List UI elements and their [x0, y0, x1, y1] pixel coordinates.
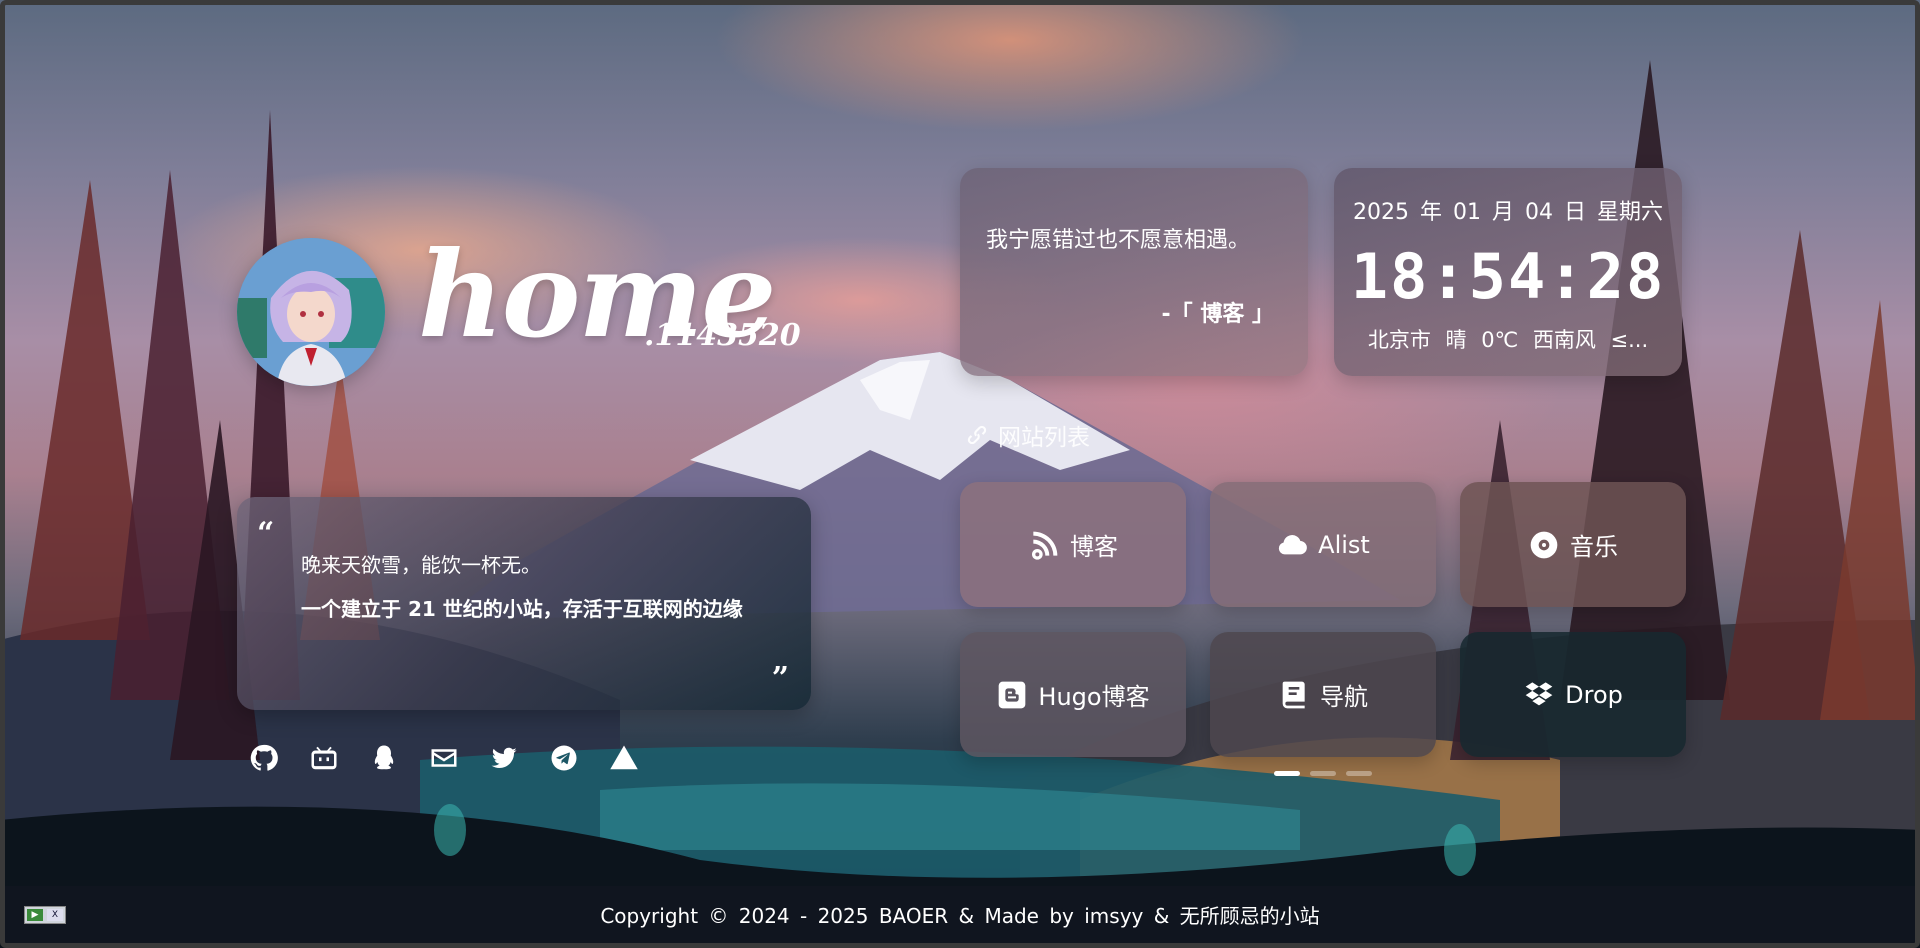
hitokoto-text: 我宁愿错过也不愿意相遇。 — [986, 228, 1251, 253]
play-icon[interactable]: ▶ — [27, 909, 43, 921]
site-tile-label: Drop — [1565, 680, 1623, 709]
site-tile-label: Alist — [1318, 530, 1370, 559]
site-list-pager — [1274, 771, 1372, 776]
site-tile-label: 音乐 — [1570, 533, 1618, 561]
clock-date: 2025 年 01 月 04 日 星期六 — [1353, 200, 1663, 225]
clock-weather-card[interactable]: 2025 年 01 月 04 日 星期六 18:54:28 北京市 晴 0℃ 西… — [1334, 168, 1682, 376]
music-disc-icon — [1530, 531, 1558, 558]
pager-dot-3[interactable] — [1346, 771, 1372, 776]
quote-close-icon: ” — [771, 661, 789, 696]
site-tile-alist[interactable]: Alist — [1210, 482, 1436, 607]
pager-dot-2[interactable] — [1310, 771, 1336, 776]
qq-icon[interactable] — [368, 742, 400, 774]
close-icon[interactable]: X — [47, 909, 63, 921]
weather-info: 北京市 晴 0℃ 西南风 ≤... — [1367, 328, 1649, 352]
telegram-icon[interactable] — [548, 742, 580, 774]
github-icon[interactable] — [248, 742, 280, 774]
email-icon[interactable] — [428, 742, 460, 774]
site-tile-label: 博客 — [1070, 533, 1118, 561]
avatar[interactable] — [237, 238, 385, 386]
footer-copyright: Copyright © 2024 - 2025 BAOER & Made by … — [600, 904, 1320, 928]
quote-poem: 晚来天欲雪，能饮一杯无。 — [301, 553, 541, 577]
site-tile-blog[interactable]: 博客 — [960, 482, 1186, 607]
dropbox-icon — [1525, 681, 1553, 705]
site-tile-drop[interactable]: Drop — [1460, 632, 1686, 757]
blogger-icon — [999, 681, 1026, 708]
site-tile-label: 导航 — [1320, 683, 1368, 711]
quote-open-icon: “ — [257, 516, 275, 551]
media-control-widget[interactable]: ▶ X — [24, 906, 66, 924]
link-icon — [967, 425, 987, 445]
triangle-icon[interactable] — [608, 742, 640, 774]
landscape-illustration — [0, 60, 1920, 948]
twitter-icon[interactable] — [488, 742, 520, 774]
background-scenery — [0, 0, 1920, 948]
cloud-icon — [1279, 534, 1308, 554]
hitokoto-card[interactable]: 我宁愿错过也不愿意相遇。 -「 博客 」 — [960, 168, 1308, 376]
blog-feed-icon — [1032, 531, 1058, 560]
clock-time: 18:54:28 — [1350, 240, 1666, 313]
site-list-title-text: 网站列表 — [998, 425, 1090, 451]
footer: Copyright © 2024 - 2025 BAOER & Made by … — [5, 886, 1915, 943]
site-tile-label: Hugo博客 — [1038, 683, 1150, 711]
social-links — [248, 742, 640, 774]
hitokoto-source: -「 博客 」 — [1161, 302, 1274, 327]
bilibili-icon[interactable] — [308, 742, 340, 774]
site-list-title: 网站列表 — [964, 418, 1090, 452]
intro-quote-card[interactable]: “ 晚来天欲雪，能饮一杯无。 一个建立于 21 世纪的小站，存活于互联网的边缘 … — [237, 497, 811, 710]
site-tile-navigation[interactable]: 导航 — [1210, 632, 1436, 757]
logo-sub-text: .1143520 — [644, 318, 801, 353]
quote-description: 一个建立于 21 世纪的小站，存活于互联网的边缘 — [301, 597, 743, 621]
pager-dot-1[interactable] — [1274, 771, 1300, 776]
avatar-illustration — [237, 238, 385, 386]
site-tile-music[interactable]: 音乐 — [1460, 482, 1686, 607]
book-icon — [1282, 681, 1305, 708]
site-tile-hugo-blog[interactable]: Hugo博客 — [960, 632, 1186, 757]
